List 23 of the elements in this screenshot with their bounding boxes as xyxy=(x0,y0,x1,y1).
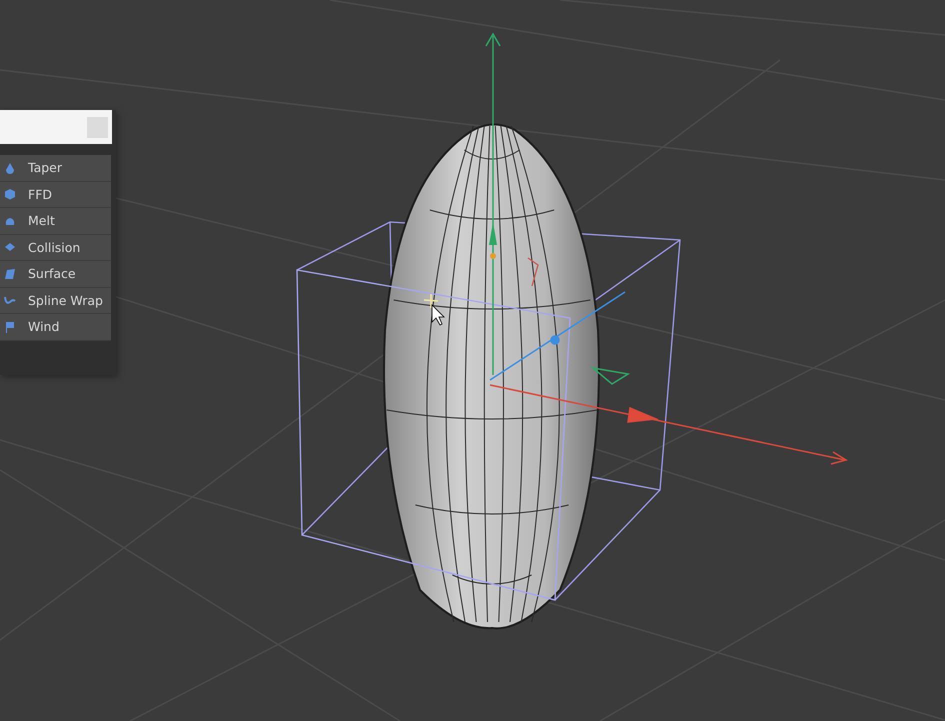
menu-item-label: Collision xyxy=(28,240,80,255)
curve-icon xyxy=(4,294,16,306)
menu-item-label: FFD xyxy=(28,186,52,202)
menu-item[interactable]: Wind xyxy=(0,314,111,340)
cursor-icon xyxy=(423,293,445,326)
cube-icon xyxy=(4,188,16,200)
menu-item[interactable]: Collision xyxy=(0,234,111,261)
menu-item-label: Surface xyxy=(28,266,76,282)
menu-item-label: Spline Wrap xyxy=(28,292,103,308)
search-field[interactable] xyxy=(0,110,112,144)
diamond-icon xyxy=(4,241,16,254)
flag-icon xyxy=(4,320,16,333)
menu-item[interactable]: Taper xyxy=(0,155,111,182)
menu-item-label: Wind xyxy=(28,319,60,334)
menu-item[interactable]: Melt xyxy=(0,208,111,234)
menu-item[interactable]: FFD xyxy=(0,182,111,208)
menu-item[interactable]: Surface xyxy=(0,261,111,288)
menu-item-label: Melt xyxy=(28,213,55,228)
search-field-button[interactable] xyxy=(87,116,108,138)
sheet-icon xyxy=(4,268,16,280)
drop-icon xyxy=(4,162,16,174)
menu-item-label: Taper xyxy=(28,160,62,176)
menu-item[interactable]: Spline Wrap xyxy=(0,288,111,314)
